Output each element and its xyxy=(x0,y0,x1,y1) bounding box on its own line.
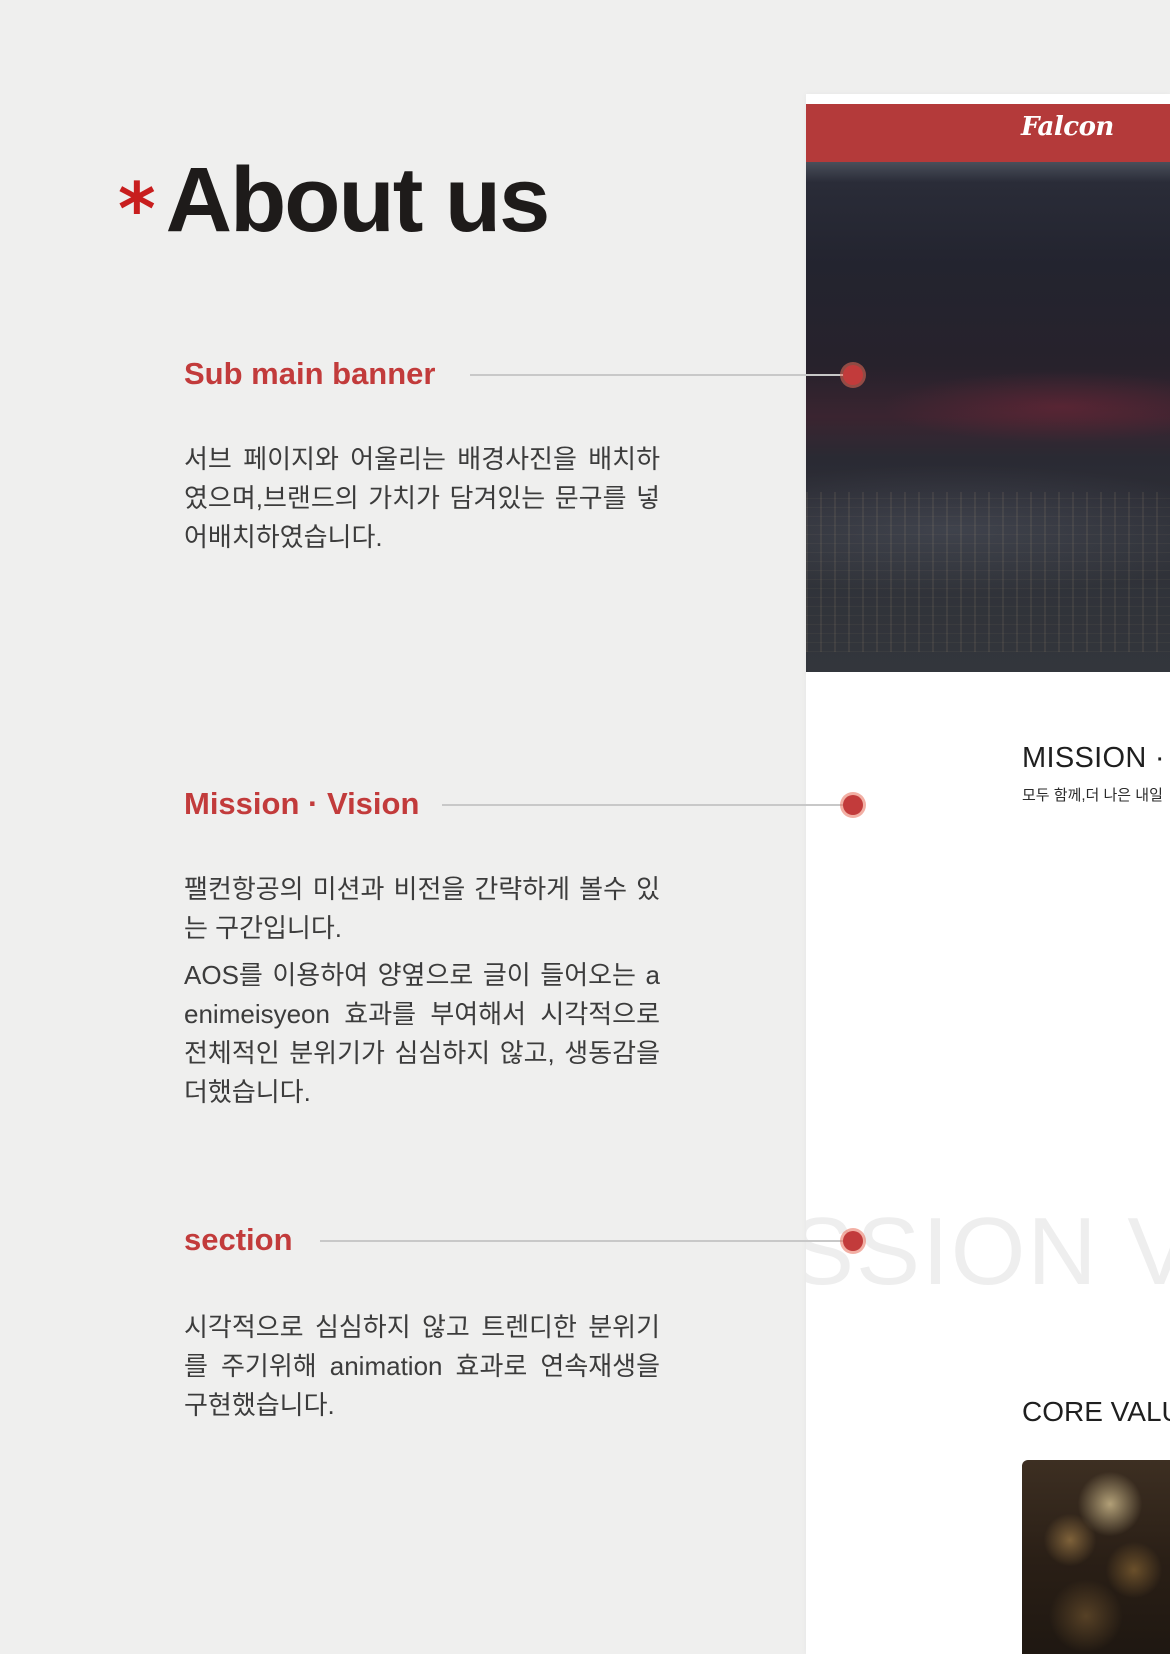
circle-marker-icon xyxy=(843,795,863,815)
preview-cockpit-image xyxy=(1022,1460,1170,1654)
section-label-sub-main-banner: Sub main banner xyxy=(184,356,436,391)
connector-line xyxy=(442,804,854,806)
section-label-mission-vision: Mission · Vision xyxy=(184,786,420,821)
connector-line xyxy=(470,374,854,376)
circle-marker-icon xyxy=(843,365,863,385)
page-title: * About us xyxy=(118,149,551,251)
section-description: 서브 페이지와 어울리는 배경사진을 배치하였으며,브랜드의 가치가 담겨있는 … xyxy=(184,444,660,552)
preview-header-bar: Falcon xyxy=(806,104,1170,162)
preview-watermark-text: SSION VIS xyxy=(806,1198,1170,1305)
circle-marker-icon xyxy=(843,1231,863,1251)
preview-core-values-title: CORE VALU xyxy=(1022,1396,1170,1427)
falcon-logo: Falcon xyxy=(1021,112,1114,142)
page-title-text: About us xyxy=(165,149,551,251)
city-lights-texture xyxy=(806,492,1170,652)
connector-line xyxy=(320,1240,854,1242)
section-description: AOS를 이용하여 양옆으로 글이 들어오는 aenimeisyeon 효과를 … xyxy=(184,960,660,1107)
preview-sub-main-banner xyxy=(806,162,1170,672)
site-preview: Falcon MISSION · V 모두 함께,더 나은 내일 SSION V… xyxy=(806,94,1170,1654)
section-label-section: section xyxy=(184,1222,293,1257)
preview-mission-subtitle: 모두 함께,더 나은 내일 xyxy=(1022,787,1163,804)
preview-mission-title: MISSION · V xyxy=(1022,742,1170,774)
asterisk-icon: * xyxy=(118,167,156,251)
section-description: 팰컨항공의 미션과 비전을 간략하게 볼수 있는 구간입니다. xyxy=(184,874,660,943)
section-description: 시각적으로 심심하지 않고 트렌디한 분위기를 주기위해 animation 효… xyxy=(184,1312,660,1420)
